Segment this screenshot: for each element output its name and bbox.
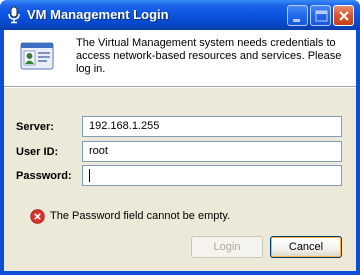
password-label: Password:	[16, 170, 72, 182]
id-card-icon	[20, 42, 54, 70]
dialog-client-area: The Virtual Management system needs cred…	[4, 30, 356, 271]
microphone-icon	[8, 6, 20, 24]
maximize-button[interactable]	[310, 5, 331, 26]
userid-field[interactable]: root	[82, 141, 342, 162]
minimize-button[interactable]	[287, 5, 308, 26]
userid-label: User ID:	[16, 146, 59, 158]
error-icon	[30, 209, 45, 224]
maximize-icon	[315, 10, 328, 22]
userid-value: root	[89, 145, 108, 157]
server-label: Server:	[16, 121, 54, 133]
close-icon	[339, 11, 349, 21]
login-dialog-window: VM Management Login The Virtual Manageme…	[0, 0, 360, 275]
text-caret	[89, 169, 90, 182]
header-banner: The Virtual Management system needs cred…	[4, 30, 356, 86]
cancel-button[interactable]: Cancel	[270, 236, 342, 258]
login-button[interactable]: Login	[191, 236, 263, 258]
header-message: The Virtual Management system needs cred…	[76, 37, 342, 75]
server-value: 192.168.1.255	[89, 120, 160, 132]
server-field[interactable]: 192.168.1.255	[82, 116, 342, 137]
close-button[interactable]	[333, 5, 354, 26]
title-bar[interactable]: VM Management Login	[0, 0, 360, 30]
error-text: The Password field cannot be empty.	[50, 210, 231, 222]
password-field[interactable]	[82, 165, 342, 186]
window-title: VM Management Login	[27, 7, 169, 22]
window-bottom-border	[0, 271, 360, 275]
minimize-icon	[293, 19, 300, 22]
header-divider	[4, 86, 356, 88]
